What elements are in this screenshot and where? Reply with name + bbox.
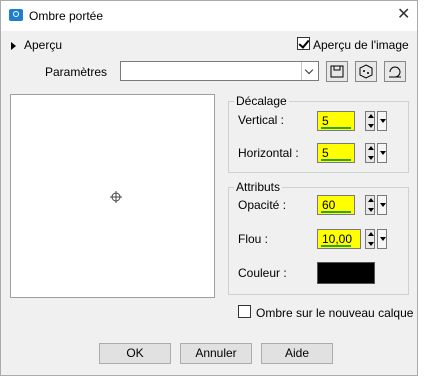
help-button[interactable]: Aide (261, 343, 333, 364)
randomize-button[interactable] (355, 61, 377, 82)
preview-toggle[interactable]: Aperçu (11, 38, 62, 52)
opacity-label: Opacité : (238, 198, 287, 212)
params-label: Paramètres (45, 65, 108, 79)
chevron-down-icon[interactable] (301, 62, 318, 80)
floppy-icon (330, 65, 344, 78)
vertical-dropdown[interactable] (377, 111, 387, 131)
expand-arrow-icon (11, 41, 16, 50)
reset-icon (389, 66, 401, 78)
opacity-input[interactable]: 60 (317, 195, 355, 215)
reset-button[interactable] (384, 61, 406, 82)
horizontal-dropdown[interactable] (377, 143, 387, 163)
ok-button[interactable]: OK (99, 343, 171, 364)
preset-dropdown[interactable] (120, 61, 319, 81)
crosshair-icon (110, 191, 122, 203)
blur-input[interactable]: 10,00 (317, 229, 361, 249)
save-preset-button[interactable] (326, 61, 348, 82)
preview-image-label: Aperçu de l'image (313, 38, 409, 52)
horizontal-spinner[interactable] (365, 143, 375, 163)
vertical-input[interactable]: 5 (317, 111, 355, 131)
cancel-button[interactable]: Annuler (180, 343, 252, 364)
new-layer-checkbox[interactable] (238, 305, 251, 318)
dice-icon (359, 64, 373, 79)
title-bar: Ombre portée ✕ (1, 1, 417, 31)
preview-toggle-label: Aperçu (24, 38, 63, 52)
dialog-title: Ombre portée (29, 9, 104, 23)
drop-shadow-dialog: Ombre portée ✕ Aperçu Aperçu de l'image … (0, 0, 418, 376)
preview-image-checkbox[interactable] (297, 37, 310, 50)
blur-dropdown[interactable] (377, 229, 387, 249)
offset-group-title: Décalage (234, 94, 289, 108)
camera-icon (9, 9, 23, 21)
vertical-label: Vertical : (238, 113, 285, 127)
blur-spinner[interactable] (365, 229, 375, 249)
horizontal-input[interactable]: 5 (317, 143, 355, 163)
opacity-spinner[interactable] (365, 195, 375, 215)
close-icon[interactable]: ✕ (397, 5, 410, 25)
attributes-group-title: Attributs (234, 180, 283, 194)
vertical-spinner[interactable] (365, 111, 375, 131)
color-swatch[interactable] (317, 262, 375, 284)
new-layer-label: Ombre sur le nouveau calque (256, 306, 414, 320)
blur-label: Flou : (238, 232, 269, 246)
preview-pane[interactable] (10, 94, 215, 298)
opacity-dropdown[interactable] (377, 195, 387, 215)
horizontal-label: Horizontal : (238, 146, 299, 160)
color-label: Couleur : (238, 266, 287, 280)
